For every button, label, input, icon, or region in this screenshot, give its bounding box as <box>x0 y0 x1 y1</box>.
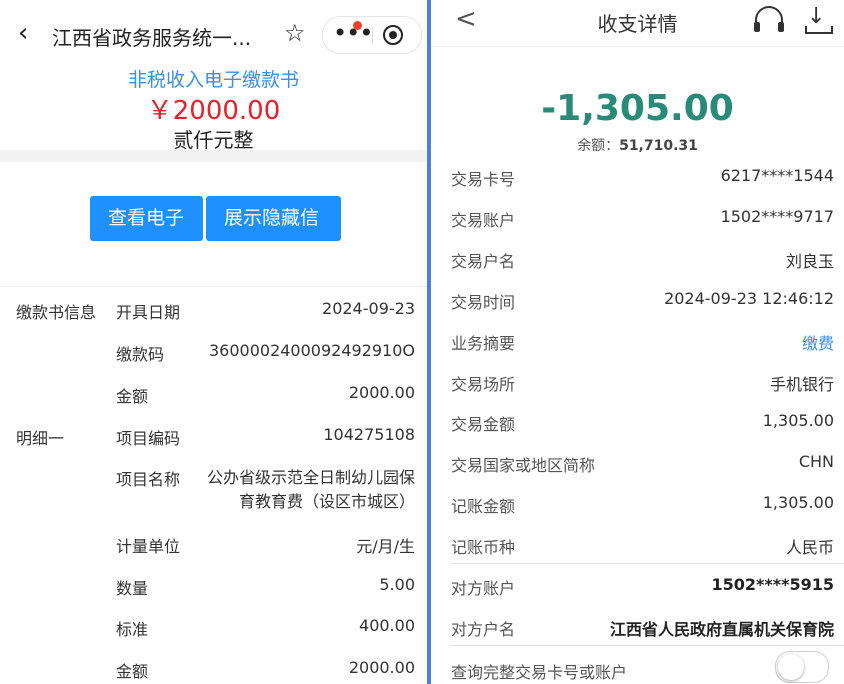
mini-program-header: ‹ 江西省政务服务统一... ☆ ••• <box>0 0 427 66</box>
row-label: 标准 <box>116 620 149 639</box>
divider <box>451 563 844 564</box>
detail-row: 记账币种 人民币 <box>451 534 834 558</box>
total-amount: ￥2000.00 <box>146 96 281 126</box>
row-label: 金额 <box>116 387 149 406</box>
balance: 余额：51,710.31 <box>431 135 844 155</box>
row-value: 1502****5915 <box>711 575 834 594</box>
detail-row: 交易金额 1,305.00 <box>451 411 834 435</box>
row-value: 元/月/生 <box>356 537 415 556</box>
notification-dot <box>353 21 362 30</box>
balance-value: 51,710.31 <box>619 138 698 154</box>
detail-row: 记账金额 1,305.00 <box>451 493 834 517</box>
row-value: 2024-09-23 <box>322 299 415 318</box>
row-value: 6217****1544 <box>720 166 834 185</box>
amount-in-words: 贰仟元整 <box>173 128 254 152</box>
row-label: 金额 <box>116 662 149 681</box>
right-panel: < 收支详情 ↓ -1,305.00 余额：51,710.31 交易卡号 621… <box>431 0 844 684</box>
view-electronic-button[interactable]: 查看电子 <box>90 196 203 241</box>
row-label: 数量 <box>116 579 149 598</box>
detail-row: 交易户名 刘良玉 <box>451 248 834 272</box>
page-title: 江西省政务服务统一... <box>52 26 252 50</box>
row-label: 交易户名 <box>451 252 516 271</box>
row-label: 交易卡号 <box>451 170 516 189</box>
capsule-divider <box>372 26 373 44</box>
row-value: 2000.00 <box>348 383 415 402</box>
row-label: 项目名称 <box>116 470 181 489</box>
row-label: 计量单位 <box>116 537 181 556</box>
row-value: 400.00 <box>359 616 415 635</box>
row-value: 1502****9717 <box>720 207 834 226</box>
left-panel: ‹ 江西省政务服务统一... ☆ ••• 非税收入电子缴款书 ￥2000.00 … <box>0 0 427 684</box>
row-value: 2024-09-23 12:46:12 <box>664 289 834 308</box>
row-label: 开具日期 <box>116 303 181 322</box>
bank-header: < 收支详情 ↓ <box>431 0 844 44</box>
row-label: 缴款码 <box>116 345 165 364</box>
row-value: 104275108 <box>323 425 415 444</box>
row-label: 对方账户 <box>451 579 516 598</box>
row-label: 对方户名 <box>451 620 516 639</box>
balance-label: 余额： <box>577 138 620 154</box>
download-icon[interactable]: ↓ <box>805 4 833 34</box>
row-value: 人民币 <box>785 538 834 557</box>
close-target-icon[interactable] <box>383 25 403 45</box>
row-label: 查询完整交易卡号或账户 <box>451 663 628 682</box>
detail-row: 对方账户 1502****5915 <box>451 575 834 599</box>
row-value: 3600002400092492910O <box>208 341 415 360</box>
row-value: 公办省级示范全日制幼儿园保育教育费（设区市城区） <box>206 468 415 511</box>
header-divider <box>431 46 844 47</box>
row-label: 业务摘要 <box>451 334 516 353</box>
row-label: 记账币种 <box>451 538 516 557</box>
row-label: 记账金额 <box>451 497 516 516</box>
show-hidden-info-button[interactable]: 展示隐藏信 <box>206 196 341 241</box>
transaction-amount: -1,305.00 <box>541 88 734 129</box>
divider <box>451 645 844 646</box>
row-value: 江西省人民政府直属机关保育院 <box>609 620 834 639</box>
row-label: 交易时间 <box>451 293 516 312</box>
back-arrow-icon[interactable]: ‹ <box>18 20 28 46</box>
detail-row: 交易账户 1502****9717 <box>451 207 834 231</box>
detail-row: 交易卡号 6217****1544 <box>451 166 834 190</box>
full-number-toggle[interactable] <box>775 651 829 683</box>
row-value: 刘良玉 <box>785 252 834 271</box>
row-label: 项目编码 <box>116 429 181 448</box>
detail-row: 业务摘要 缴费 <box>451 330 834 354</box>
headset-icon[interactable] <box>754 6 784 32</box>
row-value: 1,305.00 <box>762 411 834 430</box>
detail-row: 交易场所 手机银行 <box>451 371 834 395</box>
row-value: 5.00 <box>379 575 415 594</box>
doc-title: 非税收入电子缴款书 <box>127 69 299 91</box>
section-gap <box>0 150 427 162</box>
capsule-menu: ••• <box>322 16 422 54</box>
detail-row: 对方户名 江西省人民政府直属机关保育院 <box>451 616 834 640</box>
row-label: 交易账户 <box>451 211 516 230</box>
row-value: CHN <box>798 452 834 471</box>
row-value: 手机银行 <box>769 375 834 394</box>
section-label: 缴款书信息 <box>16 303 97 322</box>
star-icon[interactable]: ☆ <box>284 19 306 47</box>
detail-row: 交易国家或地区简称 CHN <box>451 452 834 476</box>
row-label: 交易金额 <box>451 415 516 434</box>
section-label: 明细一 <box>16 429 65 448</box>
row-label: 交易场所 <box>451 375 516 394</box>
summary-link[interactable]: 缴费 <box>802 330 834 354</box>
divider <box>0 286 427 287</box>
toggle-knob <box>778 654 804 680</box>
row-label: 交易国家或地区简称 <box>451 456 596 475</box>
detail-row: 交易时间 2024-09-23 12:46:12 <box>451 289 834 313</box>
row-value: 1,305.00 <box>762 493 834 512</box>
row-value: 2000.00 <box>348 658 415 677</box>
